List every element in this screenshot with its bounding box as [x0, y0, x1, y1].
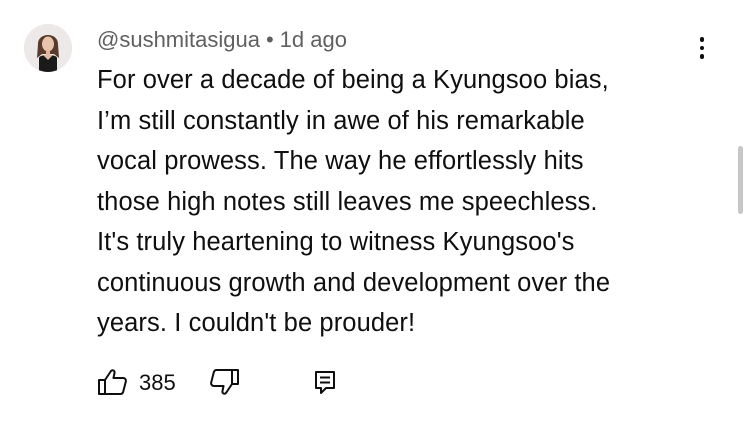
dislike-button[interactable] [208, 368, 240, 401]
avatar[interactable] [24, 24, 72, 72]
comment-body-line: years. I couldn't be prouder! [97, 309, 416, 337]
comment-body: For over a decade of being a Kyungsoo bi… [97, 60, 697, 344]
comment-body-line: It's truly heartening to witness Kyungso… [97, 228, 575, 256]
comment-meta: @sushmitasigua • 1d ago [97, 26, 347, 54]
like-count: 385 [139, 370, 176, 395]
comment-timestamp[interactable]: 1d ago [280, 27, 347, 52]
comment-body-line: vocal prowess. The way he effortlessly h… [97, 147, 584, 175]
thumbs-down-icon [210, 369, 239, 395]
reply-icon [315, 371, 335, 394]
comment-body-line: those high notes still leaves me speechl… [97, 187, 598, 216]
comment-body-line: continuous growth and development over t… [97, 268, 611, 297]
comment-thread: @sushmitasigua • 1d ago For over a decade … [0, 0, 750, 427]
thumbs-up-icon [98, 369, 127, 395]
comment-actions: 385 [97, 366, 397, 400]
author-handle[interactable]: @sushmitasigua [97, 27, 260, 52]
reply-button[interactable] [312, 368, 340, 401]
more-vert-icon [699, 37, 705, 59]
comment-body-line: I’m still constantly in awe of his remar… [97, 106, 585, 135]
meta-separator: • [265, 27, 274, 52]
like-button[interactable] [97, 368, 129, 401]
scrollbar-thumb[interactable] [738, 146, 743, 214]
comment-body-line: For over a decade of being a Kyungsoo bi… [97, 66, 609, 94]
